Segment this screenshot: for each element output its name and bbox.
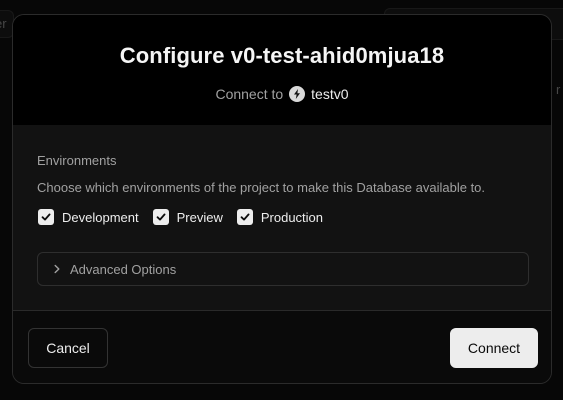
configure-dialog: Configure v0-test-ahid0mjua18 Connect to… — [12, 14, 552, 384]
dialog-header: Configure v0-test-ahid0mjua18 Connect to… — [13, 15, 551, 126]
checkbox-label: Development — [62, 209, 139, 225]
advanced-options-toggle[interactable]: Advanced Options — [37, 252, 529, 286]
dialog-subtitle: Connect to testv0 — [13, 86, 551, 102]
environments-label: Environments — [37, 153, 117, 168]
dialog-title: Configure v0-test-ahid0mjua18 — [119, 43, 445, 68]
checkbox-development[interactable]: Development — [38, 209, 139, 225]
checkbox-checked-icon[interactable] — [152, 209, 169, 225]
dialog-footer: Cancel Connect — [13, 311, 551, 383]
environments-description: Choose which environments of the project… — [37, 180, 486, 195]
dialog-body: Environments Choose which environments o… — [13, 125, 551, 311]
connect-button[interactable]: Connect — [450, 328, 538, 368]
checkbox-production[interactable]: Production — [236, 209, 324, 225]
checkbox-preview[interactable]: Preview — [152, 209, 223, 225]
checkbox-checked-icon[interactable] — [236, 209, 253, 225]
team-name: testv0 — [311, 86, 349, 102]
checkbox-label: Preview — [176, 209, 223, 225]
subtitle-prefix: Connect to — [215, 86, 284, 102]
chevron-right-icon — [52, 262, 62, 277]
vercel-bolt-icon — [289, 86, 306, 102]
cancel-button[interactable]: Cancel — [28, 328, 108, 368]
checkbox-checked-icon[interactable] — [38, 209, 54, 225]
environment-checkboxes: Development Preview Production — [38, 209, 323, 225]
checkbox-label: Production — [260, 209, 324, 225]
advanced-options-label: Advanced Options — [70, 261, 177, 277]
